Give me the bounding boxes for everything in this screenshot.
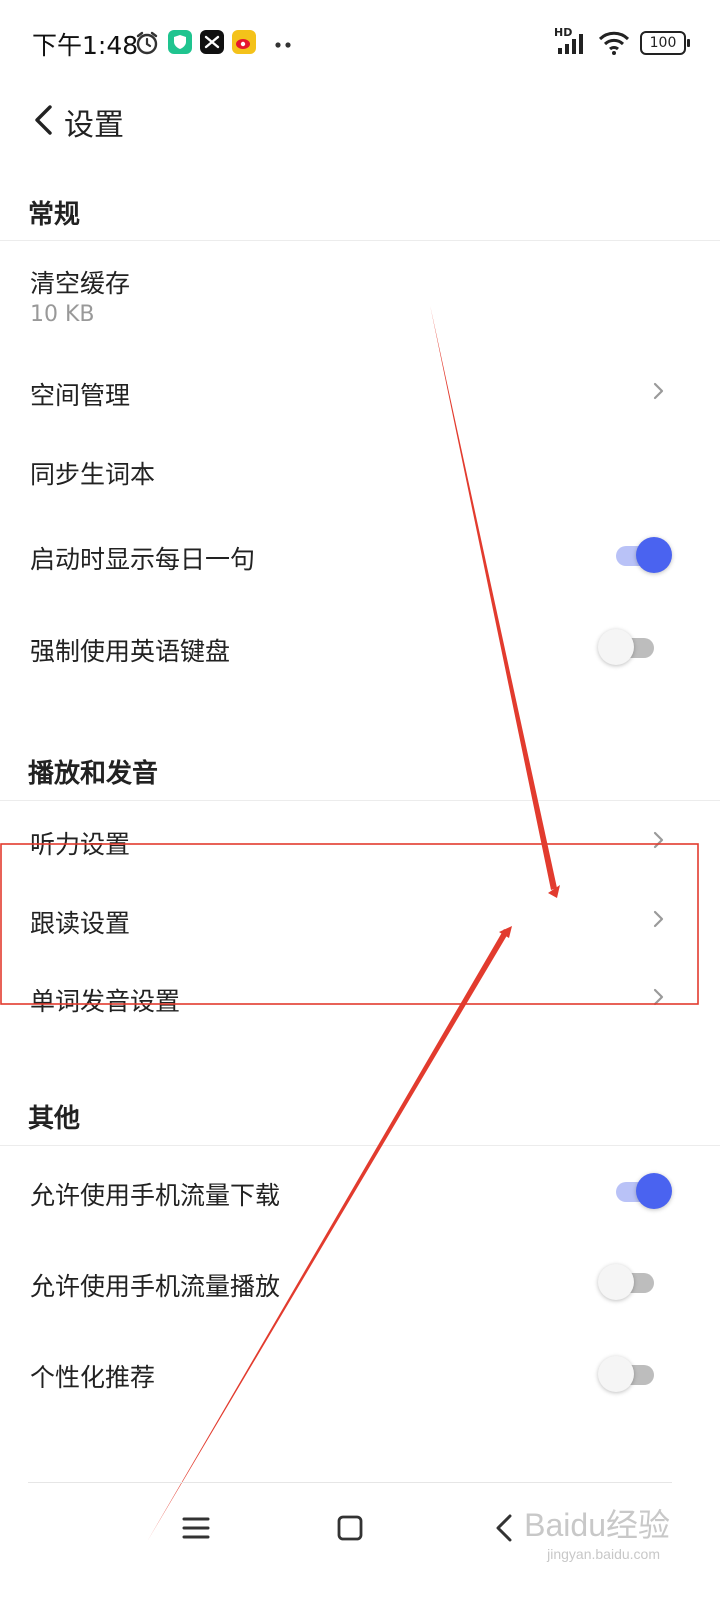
watermark-url: jingyan.baidu.com xyxy=(547,1546,660,1562)
nav-divider xyxy=(28,1482,672,1483)
section-divider xyxy=(0,1145,720,1146)
personalized-recommend-toggle[interactable] xyxy=(598,1354,658,1394)
back-arrow-icon xyxy=(35,105,52,135)
force-keyboard-label: 强制使用英语键盘 xyxy=(30,637,231,666)
nav-home-button[interactable] xyxy=(326,1504,374,1552)
daily-sentence-label: 启动时显示每日一句 xyxy=(30,545,256,574)
page-title: 设置 xyxy=(64,108,124,143)
alarm-icon xyxy=(134,30,160,56)
section-header-playback: 播放和发音 xyxy=(28,759,159,789)
watermark-logo: Baidu经验 xyxy=(524,1507,670,1543)
annotation-arrowhead-down xyxy=(548,885,560,898)
mobile-play-toggle[interactable] xyxy=(598,1262,658,1302)
personalized-recommend-label: 个性化推荐 xyxy=(30,1363,156,1392)
nav-back-button[interactable] xyxy=(480,1504,528,1552)
section-header-general: 常规 xyxy=(28,200,81,230)
chevron-right-icon xyxy=(646,828,670,852)
annotation-arrowhead-up xyxy=(499,926,512,938)
section-divider xyxy=(0,800,720,801)
wifi-icon xyxy=(598,30,630,56)
capcut-app-icon xyxy=(200,30,224,54)
daily-sentence-toggle[interactable] xyxy=(612,535,672,575)
cache-size-value: 10 KB xyxy=(30,302,95,327)
annotation-arrow-up xyxy=(148,929,509,1540)
signal-icon: HD xyxy=(554,26,588,56)
follow-read-settings-label[interactable]: 跟读设置 xyxy=(30,904,130,940)
chevron-right-icon xyxy=(646,985,670,1009)
listening-settings-label[interactable]: 听力设置 xyxy=(30,825,130,861)
nav-menu-button[interactable] xyxy=(172,1504,220,1552)
weibo-app-icon xyxy=(232,30,256,54)
shield-app-icon xyxy=(168,30,192,54)
word-pronunciation-settings-label[interactable]: 单词发音设置 xyxy=(30,982,180,1018)
status-time: 下午1:48 xyxy=(32,31,139,60)
section-header-other: 其他 xyxy=(28,1104,81,1134)
sync-vocab-label: 同步生词本 xyxy=(30,460,156,489)
space-manage-label: 空间管理 xyxy=(30,381,131,410)
force-keyboard-toggle[interactable] xyxy=(598,627,658,667)
back-chevron-icon xyxy=(496,1514,512,1542)
chevron-right-icon xyxy=(646,907,670,931)
more-dots-icon xyxy=(272,36,294,48)
mobile-download-label: 允许使用手机流量下载 xyxy=(30,1181,281,1210)
mobile-play-label: 允许使用手机流量播放 xyxy=(30,1272,281,1301)
menu-icon xyxy=(182,1517,210,1539)
battery-icon: 100 xyxy=(640,31,690,55)
home-square-icon xyxy=(337,1515,363,1541)
clear-cache-label: 清空缓存 xyxy=(30,269,131,298)
section-divider xyxy=(0,240,720,241)
back-button[interactable] xyxy=(24,98,64,142)
chevron-right-icon xyxy=(646,379,670,403)
status-indicators: HD 100 xyxy=(554,26,690,58)
mobile-download-toggle[interactable] xyxy=(612,1171,672,1211)
